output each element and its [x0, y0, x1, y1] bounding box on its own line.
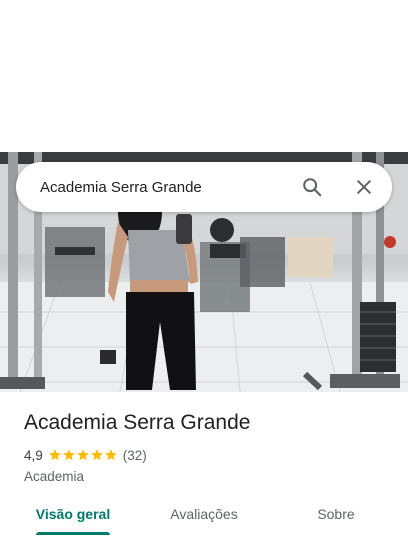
search-button[interactable]	[292, 167, 332, 207]
tab-about[interactable]: Sobre	[296, 494, 376, 534]
star-icon	[48, 449, 61, 461]
place-info: Academia Serra Grande 4,9 (32) Academia	[24, 410, 394, 484]
place-category: Academia	[24, 469, 85, 484]
rating-value: 4,9	[24, 447, 43, 463]
clear-search-button[interactable]	[344, 167, 384, 207]
review-count: (32)	[122, 447, 147, 463]
search-bar[interactable]: Academia Serra Grande	[16, 162, 392, 212]
search-icon	[303, 178, 322, 197]
rating-stars	[48, 448, 118, 462]
place-title: Academia Serra Grande	[24, 411, 251, 434]
rating-row[interactable]: 4,9 (32)	[24, 446, 394, 464]
tab-reviews[interactable]: Avaliações	[152, 494, 256, 534]
star-icon	[104, 449, 117, 461]
tab-overview[interactable]: Visão geral	[24, 494, 122, 534]
place-tabs: Visão geral Avaliações Sobre	[0, 494, 408, 538]
star-icon	[76, 449, 89, 461]
star-icon	[90, 449, 103, 461]
active-tab-indicator	[36, 532, 110, 535]
close-icon	[357, 180, 371, 194]
search-query[interactable]: Academia Serra Grande	[40, 179, 292, 196]
star-icon	[62, 449, 75, 461]
